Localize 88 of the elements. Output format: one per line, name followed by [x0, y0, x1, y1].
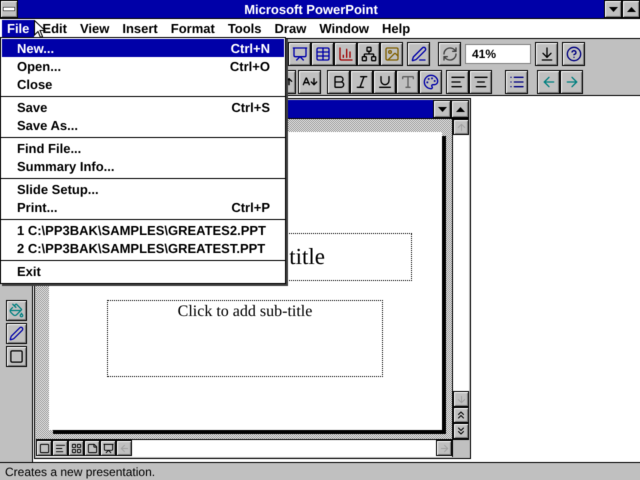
fill-button[interactable] [6, 300, 26, 321]
help-icon [566, 46, 582, 62]
next-slide-button[interactable] [453, 423, 469, 439]
underline-icon [376, 74, 392, 90]
lines-icon [54, 442, 66, 454]
pencil-button[interactable] [407, 42, 430, 66]
title-placeholder-text: title [289, 244, 325, 270]
paint-bucket-icon [8, 303, 24, 318]
line-color-button[interactable] [6, 323, 26, 344]
table-icon [314, 46, 330, 62]
picture-icon [384, 46, 400, 62]
square-icon [8, 349, 24, 364]
up-triangle-icon [456, 106, 464, 112]
zoom-dropdown-button[interactable] [535, 42, 558, 66]
promote-button[interactable] [537, 70, 560, 94]
menu-item[interactable]: Window [314, 20, 374, 37]
align-left-button[interactable] [446, 70, 469, 94]
chart-button[interactable] [334, 42, 357, 66]
help-button[interactable] [562, 42, 585, 66]
left-arrow-icon [118, 442, 130, 454]
down-triangle-icon [608, 6, 618, 12]
underline-button[interactable] [373, 70, 396, 94]
previous-slide-button[interactable] [453, 407, 469, 423]
menu-item[interactable]: Format [166, 20, 220, 37]
outline-view-button[interactable] [52, 440, 68, 456]
bar-chart-icon [338, 46, 354, 62]
shadow-rect-button[interactable] [6, 346, 26, 367]
refresh-icon [442, 46, 458, 62]
new-slide-button[interactable] [288, 42, 311, 66]
notes-view-button[interactable] [84, 440, 100, 456]
pencil-icon [410, 46, 426, 62]
bold-button[interactable] [327, 70, 350, 94]
down-arrow-icon [456, 394, 466, 404]
minimize-button[interactable] [604, 0, 622, 18]
double-up-icon [455, 409, 467, 421]
sorter-view-button[interactable] [68, 440, 84, 456]
table-button[interactable] [311, 42, 334, 66]
menu-item[interactable]: Help [377, 20, 416, 37]
down-arrow-icon [538, 46, 554, 62]
square-icon [38, 442, 50, 454]
status-text: Creates a new presentation. [4, 464, 156, 478]
menu-item[interactable]: Draw [270, 20, 312, 37]
align-left-icon [450, 74, 466, 90]
zoom-field[interactable]: 41% [465, 44, 531, 64]
menu-option[interactable]: New... Ctrl+N [2, 39, 284, 57]
align-center-button[interactable] [469, 70, 492, 94]
shrink-font-button[interactable] [298, 70, 321, 94]
menu-item[interactable]: Tools [222, 20, 267, 37]
org-chart-button[interactable] [357, 42, 380, 66]
slide-icon [292, 46, 308, 62]
system-menu-button[interactable] [0, 0, 18, 18]
slide-view-button[interactable] [36, 440, 52, 456]
italic-icon [354, 74, 370, 90]
refresh-button[interactable] [438, 42, 461, 66]
up-arrow-icon [456, 122, 466, 132]
down-triangle-icon [438, 106, 446, 112]
type-icon [400, 74, 416, 90]
scroll-left-button[interactable] [116, 440, 132, 456]
subtitle-placeholder-text: Click to add sub-title [178, 303, 312, 321]
note-icon [86, 442, 98, 454]
scroll-up-button[interactable] [453, 119, 469, 135]
slide-show-button[interactable] [100, 440, 116, 456]
scroll-down-button[interactable] [453, 391, 469, 407]
maximize-button[interactable] [622, 0, 640, 18]
shadow-button[interactable] [396, 70, 419, 94]
subtitle-placeholder[interactable]: Click to add sub-title [107, 300, 383, 377]
bullet-list-icon [508, 74, 524, 90]
bullets-button[interactable] [505, 70, 528, 94]
align-center-icon [472, 74, 488, 90]
menu-item[interactable]: File [2, 20, 34, 37]
palette-icon [422, 74, 438, 90]
clip-art-button[interactable] [380, 42, 403, 66]
org-chart-icon [360, 46, 376, 62]
projector-screen-icon [102, 442, 114, 454]
scroll-right-button[interactable] [436, 440, 452, 456]
double-down-icon [455, 425, 467, 437]
demote-button[interactable] [560, 70, 583, 94]
window-title: Microsoft PowerPoint [243, 2, 379, 16]
pen-icon [8, 326, 24, 341]
document-maximize-button[interactable] [451, 100, 469, 118]
document-minimize-button[interactable] [433, 100, 451, 118]
grid-icon [70, 442, 82, 454]
minus-icon [3, 7, 15, 11]
italic-button[interactable] [350, 70, 373, 94]
menu-item[interactable]: Insert [117, 20, 163, 37]
right-arrow-icon [438, 442, 450, 454]
text-color-button[interactable] [419, 70, 442, 94]
menu-item[interactable]: View [74, 20, 114, 37]
